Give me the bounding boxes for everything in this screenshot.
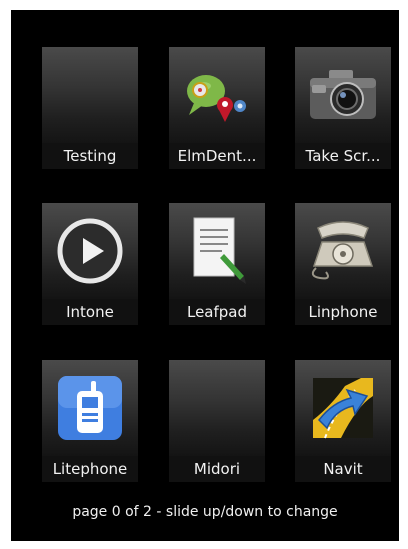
page-indicator: page 0 of 2 - slide up/down to change (72, 504, 338, 520)
app-label: Intone (42, 299, 138, 325)
app-label: Take Scr... (295, 143, 391, 169)
mobile-phone-icon (58, 376, 122, 440)
app-tile-take-screenshot[interactable]: Take Scr... (295, 47, 391, 171)
launcher-screen: Testing ElmDent... Take Scr... Intone Le… (11, 10, 399, 541)
app-tile-intone[interactable]: Intone (42, 203, 138, 327)
app-tile-midori[interactable]: Midori (169, 360, 265, 484)
app-icon-frame (169, 203, 265, 299)
app-label: Litephone (42, 456, 138, 482)
navigation-arrow-icon (313, 378, 373, 439)
app-icon-frame (42, 360, 138, 456)
chat-pins-icon (187, 75, 246, 122)
app-icon-frame (295, 203, 391, 299)
telephone-icon (311, 221, 374, 280)
app-tile-elmdentica[interactable]: ElmDent... (169, 47, 265, 171)
app-icon-frame (42, 203, 138, 299)
app-icon-frame (169, 47, 265, 143)
app-icon-frame (169, 360, 265, 456)
app-label: ElmDent... (169, 143, 265, 169)
app-tile-leafpad[interactable]: Leafpad (169, 203, 265, 327)
app-label: Leafpad (169, 299, 265, 325)
app-tile-testing[interactable]: Testing (42, 47, 138, 171)
app-tile-linphone[interactable]: Linphone (295, 203, 391, 327)
app-icon-frame (295, 47, 391, 143)
app-label: Navit (295, 456, 391, 482)
app-icon-frame (295, 360, 391, 456)
app-label: Linphone (295, 299, 391, 325)
app-label: Testing (42, 143, 138, 169)
app-tile-litephone[interactable]: Litephone (42, 360, 138, 484)
app-tile-navit[interactable]: Navit (295, 360, 391, 484)
app-label: Midori (169, 456, 265, 482)
notepad-icon (193, 217, 246, 284)
camera-icon (310, 70, 376, 119)
play-icon (57, 218, 123, 284)
app-icon-frame (42, 47, 138, 143)
